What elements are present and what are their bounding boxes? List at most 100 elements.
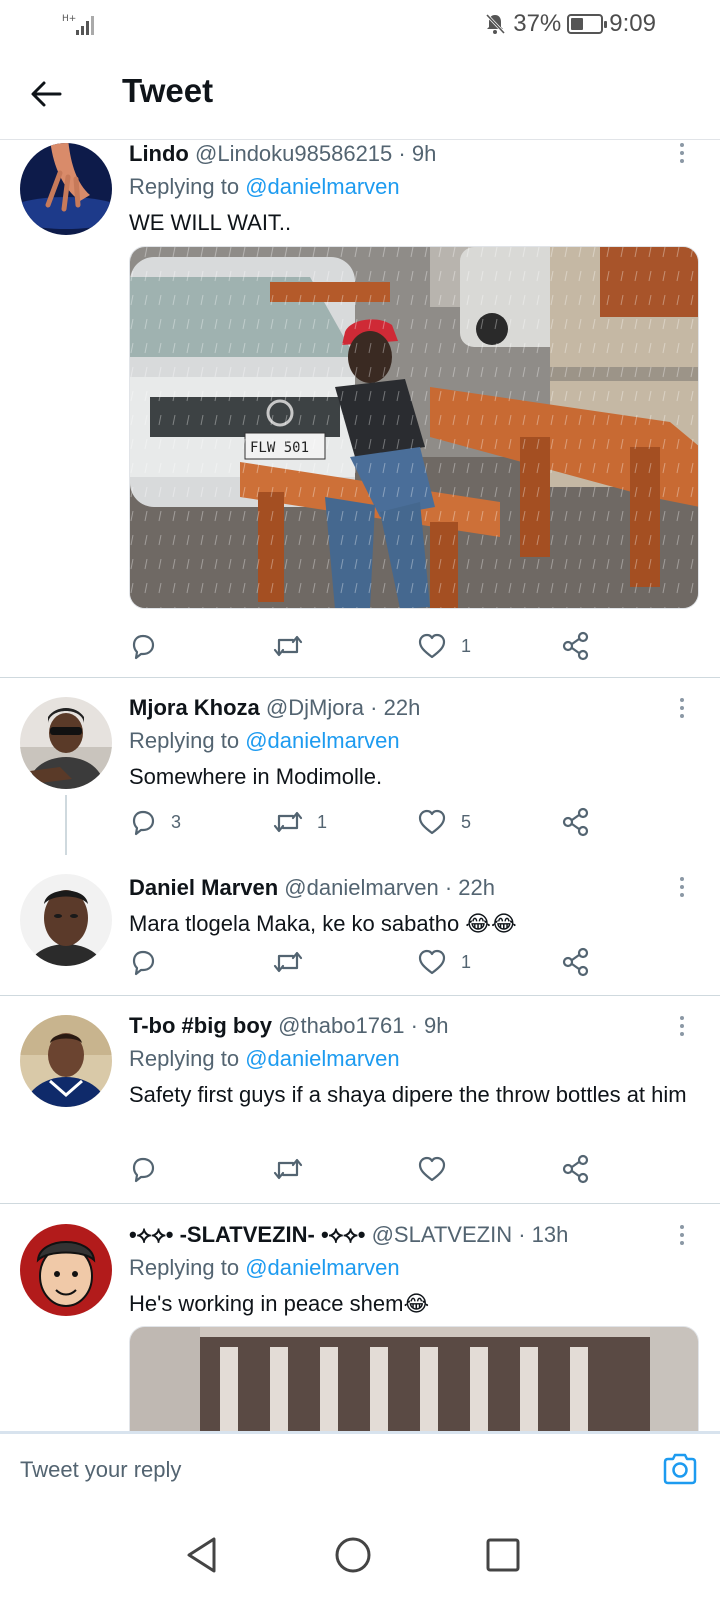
thread-connector — [65, 795, 67, 855]
tweet-actions: 3 1 5 — [129, 804, 649, 840]
avatar[interactable] — [20, 1015, 112, 1107]
tweet-slatvezin[interactable]: •⟡⟡• -SLATVEZIN- •⟡⟡• @SLATVEZIN · 13h R… — [0, 1204, 720, 1431]
like-button[interactable]: 1 — [417, 628, 471, 664]
share-icon — [562, 631, 589, 661]
tweet-daniel-marven[interactable]: Daniel Marven @danielmarven · 22h Mara t… — [0, 849, 720, 995]
share-button[interactable] — [561, 944, 591, 980]
tweet-mjora-khoza[interactable]: Mjora Khoza @DjMjora · 22h Replying to @… — [0, 678, 720, 855]
retweet-count: 1 — [317, 811, 328, 832]
mention-link[interactable]: @danielmarven — [245, 1046, 399, 1071]
tweet-time: · 9h — [398, 141, 437, 166]
back-arrow-icon — [31, 81, 62, 107]
tweet-actions: 1 — [129, 628, 649, 664]
share-icon — [562, 947, 589, 977]
share-button[interactable] — [561, 628, 591, 664]
replying-to: Replying to @danielmarven — [129, 728, 400, 753]
nav-home-icon — [335, 1537, 371, 1573]
like-icon — [418, 809, 446, 835]
retweet-icon — [273, 811, 303, 833]
author-handle[interactable]: @SLATVEZIN — [372, 1222, 513, 1247]
retweet-icon — [273, 951, 303, 973]
share-button[interactable] — [561, 804, 591, 840]
more-options-button[interactable] — [678, 1225, 686, 1249]
mention-link[interactable]: @danielmarven — [245, 1255, 399, 1280]
bell-muted-icon — [486, 13, 506, 35]
nav-recents-button[interactable] — [482, 1534, 524, 1576]
share-button[interactable] — [561, 1151, 591, 1187]
tweet-media-image[interactable] — [129, 1326, 699, 1431]
retweet-button[interactable] — [273, 628, 317, 664]
like-icon — [418, 949, 446, 975]
like-icon — [418, 633, 446, 659]
mention-link[interactable]: @danielmarven — [245, 728, 399, 753]
tweet-reply-input[interactable] — [20, 1450, 620, 1490]
tweet-text: He's working in peace shem😂 — [129, 1291, 430, 1316]
battery-icon — [567, 14, 608, 34]
reply-button[interactable] — [129, 1151, 171, 1187]
battery-percent: 37% — [513, 10, 562, 37]
tweet-tbo[interactable]: T-bo #big boy @thabo1761 · 9h Replying t… — [0, 996, 720, 1203]
tweet-time: · 22h — [444, 875, 495, 900]
tweet-text: Mara tlogela Maka, ke ko sabatho 😂😂 — [129, 911, 517, 936]
tweet-time: · 9h — [410, 1013, 449, 1038]
author-handle[interactable]: @danielmarven — [284, 875, 438, 900]
reply-button[interactable]: 3 — [129, 804, 181, 840]
reply-composer — [0, 1431, 720, 1513]
author-name[interactable]: Mjora Khoza — [129, 695, 260, 720]
avatar[interactable] — [20, 697, 112, 789]
retweet-button[interactable]: 1 — [273, 804, 327, 840]
reply-button[interactable] — [129, 628, 171, 664]
signal-icon: H+ — [62, 12, 98, 41]
replying-to: Replying to @danielmarven — [129, 1255, 400, 1280]
reply-icon — [132, 810, 155, 836]
tweet-time: · 13h — [518, 1222, 569, 1247]
nav-home-button[interactable] — [332, 1534, 374, 1576]
clock: 9:09 — [609, 10, 656, 37]
more-options-button[interactable] — [678, 1016, 686, 1040]
like-button[interactable]: 1 — [417, 944, 471, 980]
replying-to: Replying to @danielmarven — [129, 174, 400, 199]
top-header: Tweet — [0, 48, 720, 140]
avatar[interactable] — [20, 874, 112, 966]
retweet-button[interactable] — [273, 1151, 317, 1187]
nav-back-button[interactable] — [182, 1534, 224, 1576]
avatar[interactable] — [20, 1224, 112, 1316]
camera-button[interactable] — [662, 1452, 698, 1491]
share-icon — [562, 1154, 589, 1184]
replying-to: Replying to @danielmarven — [129, 1046, 400, 1071]
reply-button[interactable] — [129, 944, 171, 980]
reply-icon — [132, 950, 155, 976]
like-count: 1 — [461, 951, 472, 972]
replies-feed[interactable]: Lindo @Lindoku98586215 · 9h Replying to … — [0, 141, 720, 1431]
mention-link[interactable]: @danielmarven — [245, 174, 399, 199]
tweet-text: Somewhere in Modimolle. — [129, 764, 383, 789]
share-icon — [562, 807, 589, 837]
author-name[interactable]: T-bo #big boy — [129, 1013, 272, 1038]
tweet-time: · 22h — [370, 695, 421, 720]
author-handle[interactable]: @Lindoku98586215 — [195, 141, 392, 166]
nav-back-icon — [187, 1537, 216, 1573]
author-handle[interactable]: @DjMjora — [266, 695, 364, 720]
retweet-icon — [273, 1158, 303, 1180]
more-options-button[interactable] — [678, 143, 686, 167]
retweet-button[interactable] — [273, 944, 317, 980]
like-button[interactable]: 5 — [417, 804, 471, 840]
more-options-button[interactable] — [678, 698, 686, 722]
tweet-text: WE WILL WAIT.. — [129, 210, 292, 235]
like-button[interactable] — [417, 1151, 461, 1187]
author-name[interactable]: Daniel Marven — [129, 875, 278, 900]
retweet-icon — [273, 635, 303, 657]
tweet-lindo[interactable]: Lindo @Lindoku98586215 · 9h Replying to … — [0, 141, 720, 677]
author-name[interactable]: •⟡⟡• -SLATVEZIN- •⟡⟡• — [129, 1222, 365, 1247]
author-handle[interactable]: @thabo1761 — [278, 1013, 404, 1038]
tweet-actions — [129, 1151, 649, 1187]
tweet-media-image[interactable]: FLW 501 — [129, 246, 699, 609]
avatar[interactable] — [20, 143, 112, 235]
tweet-actions: 1 — [129, 944, 649, 980]
reply-count: 3 — [171, 811, 182, 832]
author-name[interactable]: Lindo — [129, 141, 189, 166]
back-button[interactable] — [26, 74, 66, 114]
more-options-button[interactable] — [678, 877, 686, 901]
like-count: 1 — [461, 635, 472, 656]
status-bar: H+ 37% 9:09 — [0, 0, 720, 48]
